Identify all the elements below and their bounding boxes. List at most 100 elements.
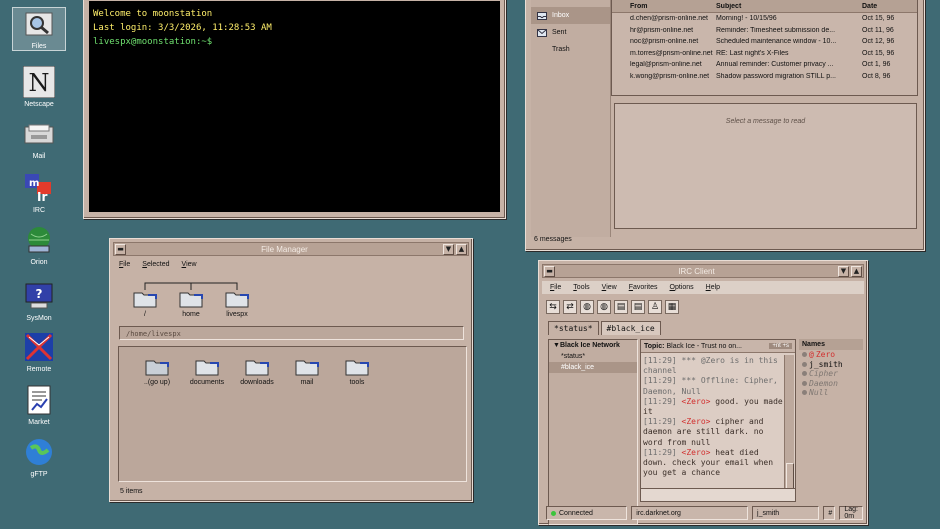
mail-window[interactable]: Inbox Sent Trash From Subject Date d.che… (525, 0, 925, 251)
notes-icon[interactable]: ▤ (614, 300, 628, 314)
names-header: Names (799, 339, 863, 350)
title-bar[interactable]: ▬ IRC Client ▼ ▲ (542, 264, 864, 278)
terminal-window[interactable]: Welcome to moonstation Last login: 3/3/2… (83, 0, 506, 219)
minimize-button[interactable]: ▼ (838, 265, 849, 277)
menu-tools[interactable]: Tools (573, 284, 589, 291)
desktop-icon-label: Mail (32, 153, 46, 160)
message-subject: Annual reminder: Customer privacy ... (716, 61, 834, 69)
orion-icon (23, 224, 55, 256)
message-row[interactable]: k.wong@prism-online.net Shadow password m… (612, 71, 917, 83)
desktop-icon-market[interactable]: Market (12, 384, 66, 426)
globe-icon[interactable]: ◍ (580, 300, 594, 314)
folder-icon (195, 358, 219, 376)
tree-node-root[interactable]: / (125, 290, 165, 318)
network-node[interactable]: ▼Black Ice Network (549, 340, 637, 351)
message-preview: Select a message to read (614, 103, 917, 229)
presence-dot-icon (802, 361, 807, 367)
column-date[interactable]: Date (852, 3, 917, 10)
channel-field: # (823, 506, 836, 520)
message-row[interactable]: m.torres@prism-online.net RE: Last night'… (612, 48, 917, 60)
desktop-icon-label: Netscape (24, 101, 54, 108)
minimize-button[interactable]: ▼ (443, 243, 454, 255)
file-manager-status: 5 items (120, 488, 143, 495)
file-manager-window[interactable]: ▬ File Manager ▼ ▲ File Selected View / … (109, 238, 473, 502)
desktop-icon-sysmon[interactable]: ? SysMon (12, 280, 66, 322)
message-row[interactable]: noc@prism-online.net Scheduled maintenanc… (612, 36, 917, 48)
window-menu-button[interactable]: ▬ (544, 265, 555, 277)
name-label: Daemon (809, 378, 838, 388)
menu-file[interactable]: File (550, 284, 561, 291)
chat-message: [11:29] *** @Zero is in this channel (643, 356, 784, 376)
channel-status[interactable]: *status* (549, 351, 637, 362)
connect-icon[interactable]: ⇆ (546, 300, 560, 314)
connection-status: Connected (546, 506, 628, 520)
settings-icon[interactable]: ▦ (665, 300, 679, 314)
name-entry[interactable]: Null (799, 388, 863, 398)
tree-node-livespx[interactable]: livespx (217, 290, 257, 318)
channel-list-icon[interactable]: ◍ (597, 300, 611, 314)
scroll-thumb[interactable] (786, 463, 794, 491)
maximize-button[interactable]: ▲ (851, 265, 862, 277)
path-field[interactable]: /home/livespx (119, 326, 464, 340)
folder-label: Inbox (552, 12, 570, 19)
message-row[interactable]: hr@prism-online.net Reminder: Timesheet s… (612, 25, 917, 37)
file-item[interactable]: documents (187, 358, 227, 386)
menu-selected[interactable]: Selected (142, 261, 169, 268)
folder-icon (295, 358, 319, 376)
menu-help[interactable]: Help (706, 284, 720, 291)
name-entry[interactable]: Daemon (799, 379, 863, 389)
menu-view[interactable]: View (182, 261, 197, 268)
remote-icon (23, 331, 55, 363)
irc-window[interactable]: ▬ IRC Client ▼ ▲ File Tools View Favorit… (538, 260, 868, 525)
desktop-icon-gftp[interactable]: gFTP (12, 436, 66, 478)
sysmon-icon: ? (23, 280, 55, 312)
file-item[interactable]: mail (287, 358, 327, 386)
desktop-icon-files[interactable]: Files (12, 7, 66, 51)
user-icon[interactable]: ♙ (648, 300, 662, 314)
message-date: Oct 12, 96 (862, 38, 895, 46)
desktop-icon-netscape[interactable]: N Netscape (12, 66, 66, 108)
menu-options[interactable]: Options (670, 284, 694, 291)
svg-text:m: m (29, 178, 39, 189)
file-item[interactable]: ..(go up) (137, 358, 177, 386)
column-subject[interactable]: Subject (714, 3, 852, 10)
menu-file[interactable]: File (119, 261, 130, 268)
desktop-icon-remote[interactable]: Remote (12, 331, 66, 373)
title-bar[interactable]: ▬ File Manager ▼ ▲ (113, 242, 469, 256)
folder-trash[interactable]: Trash (531, 41, 610, 58)
menu-view[interactable]: View (602, 284, 617, 291)
folder-inbox[interactable]: Inbox (531, 7, 610, 24)
tab-status[interactable]: *status* (548, 321, 599, 335)
message-from: legal@prism-online.net (630, 61, 702, 69)
file-item[interactable]: tools (337, 358, 377, 386)
tree-node-home[interactable]: home (171, 290, 211, 318)
message-row[interactable]: legal@prism-online.net Annual reminder: C… (612, 59, 917, 71)
timestamp: [11:29] (643, 376, 677, 386)
folder-sent[interactable]: Sent (531, 24, 610, 41)
chat-scrollbar[interactable] (784, 355, 794, 501)
maximize-button[interactable]: ▲ (456, 243, 467, 255)
log-icon[interactable]: ▤ (631, 300, 645, 314)
message-date: Oct 11, 96 (862, 26, 894, 34)
menu-favorites[interactable]: Favorites (629, 284, 658, 291)
message-row[interactable]: d.chen@prism-online.net Morning! - 10/15/… (612, 13, 917, 25)
name-entry[interactable]: @ Zero (799, 350, 863, 360)
irc-icon: m Ir (23, 172, 55, 204)
tab-black-ice[interactable]: #black_ice (600, 321, 661, 335)
desktop-icon-mail[interactable]: Mail (12, 118, 66, 160)
window-menu-button[interactable]: ▬ (115, 243, 126, 255)
name-entry[interactable]: j_smith (799, 360, 863, 370)
desktop-icon-label: IRC (32, 207, 46, 214)
column-from[interactable]: From (612, 3, 714, 10)
desktop-icon-orion[interactable]: Orion (12, 224, 66, 266)
svg-text:?: ? (36, 287, 43, 301)
desktop-icon-irc[interactable]: m Ir IRC (12, 172, 66, 214)
channel-black-ice[interactable]: #black_ice (549, 362, 637, 373)
terminal-line: Last login: 3/3/2026, 11:28:53 AM (93, 23, 272, 33)
file-item[interactable]: downloads (237, 358, 277, 386)
name-entry[interactable]: Cipher (799, 369, 863, 379)
presence-dot-icon (802, 352, 807, 358)
terminal-screen[interactable]: Welcome to moonstation Last login: 3/3/2… (89, 1, 500, 212)
disconnect-icon[interactable]: ⇄ (563, 300, 577, 314)
message-input[interactable] (640, 488, 796, 502)
